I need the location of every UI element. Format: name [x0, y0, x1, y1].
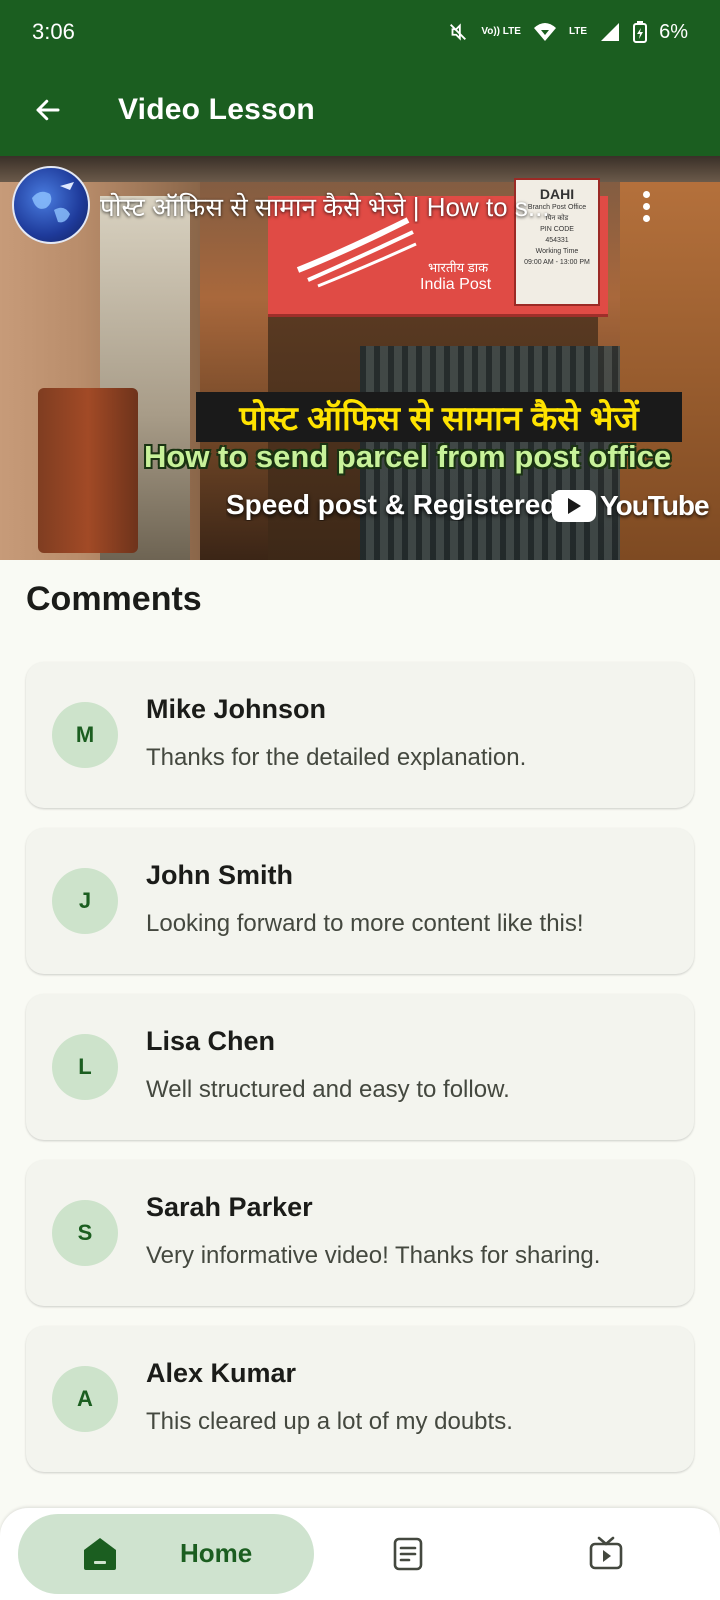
comment-text: Very informative video! Thanks for shari…	[146, 1242, 601, 1269]
nav-item-notes[interactable]	[388, 1534, 428, 1574]
video-overlay-hindi: पोस्ट ऑफिस से सामान कैसे भेजें	[196, 392, 682, 442]
comment-author: John Smith	[146, 860, 293, 890]
board-line: PIN CODE	[540, 226, 574, 233]
video-thumbnail-roof	[0, 156, 720, 182]
notes-icon	[393, 1537, 423, 1571]
more-dot-icon	[642, 214, 650, 222]
comment-author: Lisa Chen	[146, 1026, 276, 1056]
video-more-button[interactable]	[628, 184, 664, 228]
back-button[interactable]	[22, 84, 74, 136]
board-line: Working Time	[535, 248, 579, 255]
comment-card: J John Smith Looking forward to more con…	[26, 828, 694, 974]
battery-percent: 6%	[659, 20, 688, 43]
sign-hindi-text: भारतीय डाक	[428, 260, 489, 275]
video-overlay-subtitle: Speed post & Registered post	[226, 489, 566, 520]
nav-item-home[interactable]: Home	[18, 1514, 314, 1594]
comment-card: M Mike Johnson Thanks for the detailed e…	[26, 662, 694, 808]
bottom-navigation: Home	[0, 1508, 720, 1600]
video-player[interactable]: भारतीय डाक India Post DAHI Branch Post O…	[0, 156, 720, 560]
avatar: A	[52, 1366, 118, 1432]
avatar: S	[52, 1200, 118, 1266]
comment-text: Looking forward to more content like thi…	[146, 910, 584, 937]
comment-author: Mike Johnson	[146, 694, 327, 724]
home-icon	[84, 1538, 116, 1570]
nav-home-label: Home	[180, 1538, 253, 1568]
signal-icon	[599, 21, 621, 43]
comment-text: Thanks for the detailed explanation.	[146, 744, 527, 771]
sign-english-text: India Post	[420, 276, 492, 293]
comment-list: M Mike Johnson Thanks for the detailed e…	[26, 662, 694, 1492]
youtube-button[interactable]: YouTube	[552, 490, 710, 522]
board-line: 454331	[545, 237, 569, 244]
comment-text: This cleared up a lot of my doubts.	[146, 1408, 513, 1435]
comment-text: Well structured and easy to follow.	[146, 1076, 510, 1103]
app-bar: Video Lesson	[0, 64, 720, 156]
more-dot-icon	[642, 190, 650, 198]
volte-icon: Vo)) LTE	[481, 26, 521, 37]
comment-author: Alex Kumar	[146, 1358, 297, 1388]
status-time: 3:06	[32, 19, 75, 44]
comment-card: A Alex Kumar This cleared up a lot of my…	[26, 1326, 694, 1472]
page-title: Video Lesson	[118, 93, 315, 126]
globe-icon	[32, 182, 74, 223]
youtube-label: YouTube	[600, 490, 710, 521]
comment-author: Sarah Parker	[146, 1192, 313, 1222]
video-icon	[589, 1536, 623, 1570]
avatar: J	[52, 868, 118, 934]
video-overlay-english: How to send parcel from post office	[144, 439, 672, 474]
comment-card: L Lisa Chen Well structured and easy to …	[26, 994, 694, 1140]
wifi-icon	[533, 21, 557, 43]
youtube-play-icon	[552, 490, 596, 522]
arrow-left-icon	[36, 99, 60, 121]
status-bar: 3:06 Vo)) LTE LTE 6%	[0, 0, 720, 64]
video-title[interactable]: पोस्ट ऑफिस से सामान कैसे भेजे | How to s…	[100, 188, 620, 224]
video-thumbnail-postbox	[38, 388, 138, 553]
comments-heading: Comments	[26, 580, 202, 618]
status-icons: Vo)) LTE LTE 6%	[447, 21, 688, 44]
comment-card: S Sarah Parker Very informative video! T…	[26, 1160, 694, 1306]
board-line: 09:00 AM - 13:00 PM	[524, 259, 590, 266]
battery-icon	[633, 21, 648, 43]
channel-avatar[interactable]	[12, 166, 90, 244]
mute-icon	[447, 21, 469, 43]
avatar: L	[52, 1034, 118, 1100]
lte-label: LTE	[568, 26, 588, 37]
nav-item-video[interactable]	[586, 1534, 626, 1574]
more-dot-icon	[642, 202, 650, 210]
avatar: M	[52, 702, 118, 768]
